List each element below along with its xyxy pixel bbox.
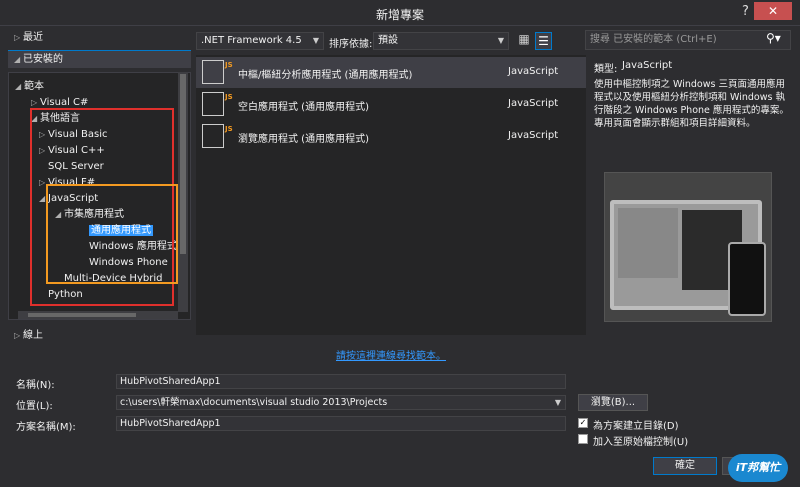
template-app-icon: JS — [202, 124, 233, 148]
template-name: 空白應用程式 (通用應用程式) — [238, 102, 369, 113]
solution-name-input[interactable]: HubPivotSharedApp1 — [116, 416, 566, 431]
source-control-checkbox[interactable] — [578, 434, 588, 444]
template-name: 中樞/樞紐分析應用程式 (通用應用程式) — [238, 70, 413, 81]
type-label: 類型: — [594, 64, 618, 75]
js-badge: JS — [225, 93, 233, 101]
js-badge: JS — [225, 61, 233, 69]
template-row[interactable]: JS 瀏覽應用程式 (通用應用程式) JavaScript — [196, 121, 586, 152]
online-templates-link[interactable]: 請按這裡連線尋找範本。 — [196, 347, 586, 362]
preview-phone-image — [728, 242, 766, 316]
close-button[interactable]: ✕ — [754, 2, 792, 20]
help-button[interactable]: ? — [742, 4, 749, 19]
type-value: JavaScript — [622, 60, 673, 71]
collapse-arrow-icon: ◢ — [14, 55, 21, 64]
name-label: 名稱(N): — [16, 380, 55, 391]
template-app-icon: JS — [202, 60, 233, 84]
dropdown-arrow-icon[interactable]: ▼ — [555, 396, 561, 409]
template-row[interactable]: JS 中樞/樞紐分析應用程式 (通用應用程式) JavaScript — [196, 57, 586, 88]
solution-name-label: 方案名稱(M): — [16, 422, 76, 433]
template-language: JavaScript — [508, 130, 559, 141]
tree-horizontal-scroll-thumb[interactable] — [28, 313, 136, 317]
template-description: 使用中樞控制項之 Windows 三頁面通用應用程式以及使用樞紐分析控制項和 W… — [594, 79, 789, 129]
js-badge: JS — [225, 125, 233, 133]
template-language: JavaScript — [508, 98, 559, 109]
location-label: 位置(L): — [16, 401, 53, 412]
tree-vertical-scroll-thumb[interactable] — [180, 74, 186, 254]
tree-item-label: Visual C# — [40, 97, 89, 108]
preview-tablet-screen — [618, 208, 678, 278]
dropdown-arrow-icon: ▼ — [497, 36, 504, 45]
location-input[interactable]: c:\users\軒榮max\documents\visual studio 2… — [116, 395, 566, 410]
sort-dropdown[interactable]: 預設 ▼ — [373, 32, 509, 50]
search-icon[interactable]: ⚲▾ — [766, 31, 781, 45]
sidebar-recent[interactable]: ▷ 最近 — [8, 29, 191, 47]
template-app-icon: JS — [202, 92, 233, 116]
highlight-box-orange — [46, 184, 178, 284]
source-control-label: 加入至原始檔控制(U) — [593, 437, 689, 448]
expand-arrow-icon: ▷ — [14, 33, 21, 42]
list-view-icon[interactable]: ☰ — [535, 32, 552, 50]
template-row[interactable]: JS 空白應用程式 (通用應用程式) JavaScript — [196, 89, 586, 120]
search-input[interactable]: 搜尋 已安裝的範本 (Ctrl+E) — [585, 30, 791, 50]
template-name: 瀏覽應用程式 (通用應用程式) — [238, 134, 369, 145]
template-language: JavaScript — [508, 66, 559, 77]
sidebar-installed[interactable]: ◢ 已安裝的 — [8, 50, 191, 68]
dropdown-arrow-icon: ▼ — [312, 36, 319, 45]
create-directory-label: 為方案建立目錄(D) — [593, 421, 679, 432]
grid-view-icon[interactable]: ▦ — [516, 32, 532, 50]
sort-label: 排序依據: — [329, 39, 373, 50]
template-list[interactable]: JS 中樞/樞紐分析應用程式 (通用應用程式) JavaScript JS 空白應用程式… — [196, 55, 586, 335]
tree-item-label: 範本 — [24, 81, 44, 92]
tree-item[interactable]: ◢ 範本 — [15, 79, 44, 94]
window-title: 新增專案 — [375, 8, 424, 22]
framework-dropdown[interactable]: .NET Framework 4.5 ▼ — [196, 32, 324, 50]
sidebar-online[interactable]: ▷ 線上 — [8, 327, 191, 345]
collapse-arrow-icon[interactable]: ◢ — [15, 79, 24, 94]
expand-arrow-icon: ▷ — [14, 331, 21, 340]
browse-button[interactable]: 瀏覽(B)... — [578, 394, 648, 411]
create-directory-checkbox[interactable]: ✓ — [578, 418, 588, 428]
name-input[interactable]: HubPivotSharedApp1 — [116, 374, 566, 389]
ok-button[interactable]: 確定 — [653, 457, 717, 475]
watermark-logo: iT邦幫忙 — [728, 454, 788, 482]
